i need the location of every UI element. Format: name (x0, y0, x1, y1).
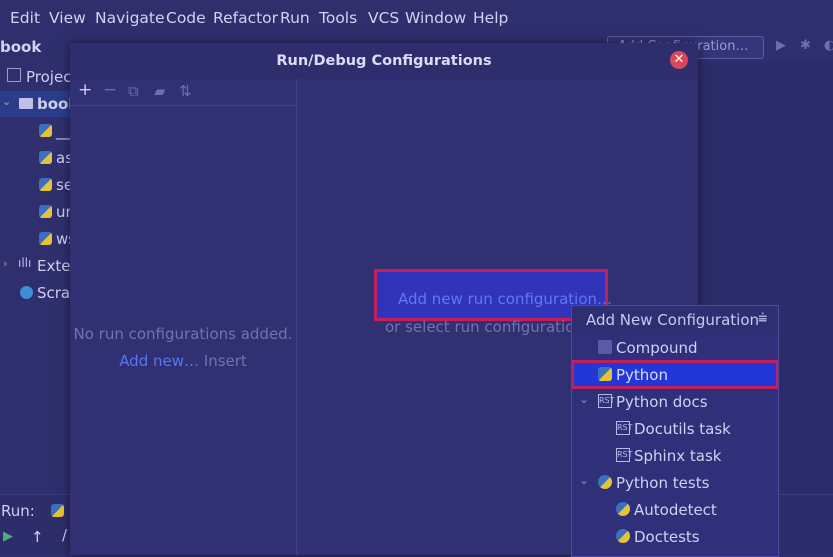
project-icon (7, 68, 21, 82)
config-item-label: Python (616, 366, 668, 384)
tree-root[interactable]: ⌄ book (0, 91, 70, 117)
project-panel: Projec ⌄ book __ as se ur ws › ıllı Exte… (0, 62, 70, 494)
tree-file[interactable]: ws (0, 226, 70, 252)
close-icon: ✕ (673, 52, 685, 67)
configurations-tree-pane: + − ⧉ ▰ ⇅ No run configurations added. A… (70, 79, 297, 555)
remove-icon[interactable]: − (103, 80, 117, 100)
config-item-label: Compound (616, 339, 698, 357)
add-new-link[interactable]: Add new… (119, 352, 199, 370)
chevron-down-icon: ⌄ (2, 95, 12, 108)
menu-help[interactable]: Help (473, 9, 508, 27)
python-file-icon (39, 232, 52, 245)
python-icon (598, 367, 612, 381)
config-item-label: Sphinx task (634, 447, 722, 465)
rerun-icon[interactable]: ▶ (3, 529, 13, 544)
config-item-label: Python docs (616, 393, 708, 411)
python-file-icon (39, 124, 52, 137)
close-button[interactable]: ✕ (670, 51, 688, 69)
menu-tools[interactable]: Tools (319, 9, 357, 27)
rst-icon: RST (616, 421, 633, 435)
python-file-icon (39, 205, 52, 218)
menu-navigate[interactable]: Navigate (95, 9, 165, 27)
tree-file-label: __ (56, 122, 70, 140)
insert-shortcut-hint: Insert (203, 352, 247, 370)
external-libraries-label: Exter (37, 257, 70, 275)
config-item-sphinx-task[interactable]: RST Sphinx task (572, 442, 778, 469)
scratches-icon (20, 286, 33, 299)
add-new-row: Add new… Insert (70, 352, 296, 370)
debug-icon[interactable]: ✱ (800, 38, 811, 53)
config-item-autodetect[interactable]: Autodetect (572, 496, 778, 523)
library-icon: ıllı (18, 256, 32, 270)
python-test-icon (616, 529, 630, 543)
tree-external-libraries[interactable]: › ıllı Exter (0, 253, 70, 279)
dialog-title: Run/Debug Configurations (70, 43, 698, 79)
config-item-doctests[interactable]: Doctests (572, 523, 778, 550)
python-test-icon (598, 475, 612, 489)
copy-icon[interactable]: ⧉ (128, 82, 139, 100)
config-item-python-tests[interactable]: ⌄ Python tests (572, 469, 778, 496)
config-item-docutils-task[interactable]: RST Docutils task (572, 415, 778, 442)
python-test-icon (616, 502, 630, 516)
menu-vcs[interactable]: VCS (368, 9, 399, 27)
python-run-tab-icon[interactable] (51, 504, 64, 517)
coverage-icon[interactable]: ◐ (824, 38, 833, 53)
tree-file[interactable]: ur (0, 199, 70, 225)
collapse-all-icon[interactable]: ⩧ (758, 308, 767, 328)
folder-icon (19, 98, 33, 109)
python-file-icon (39, 151, 52, 164)
chevron-down-icon[interactable]: ⌄ (579, 392, 589, 406)
run-icon[interactable]: ▶ (776, 38, 786, 53)
scratches-label: Scrat (37, 284, 70, 302)
rst-icon: RST (616, 448, 633, 462)
menu-bar: Edit View Navigate Code Refactor Run Too… (0, 0, 833, 36)
menu-edit[interactable]: Edit (10, 9, 40, 27)
add-new-configuration-popup: Add New Configuration ⩧ Compound Python … (571, 305, 779, 557)
tree-file-label: ws (56, 230, 70, 248)
python-file-icon (39, 178, 52, 191)
tree-file-label: ur (56, 203, 70, 221)
menu-code[interactable]: Code (166, 9, 206, 27)
tree-file[interactable]: se (0, 172, 70, 198)
sort-icon[interactable]: ⇅ (179, 82, 192, 100)
rst-icon: RST (598, 394, 615, 408)
tree-file-label: as (56, 149, 70, 167)
config-item-label: Doctests (634, 528, 700, 546)
chevron-right-icon: › (3, 257, 8, 270)
menu-run[interactable]: Run (280, 9, 310, 27)
tree-scratches[interactable]: Scrat (0, 280, 70, 306)
menu-view[interactable]: View (49, 9, 86, 27)
config-item-compound[interactable]: Compound (572, 334, 778, 361)
tree-file-label: se (56, 176, 70, 194)
config-item-python-docs[interactable]: ⌄ RST Python docs (572, 388, 778, 415)
config-item-label: Python tests (616, 474, 710, 492)
tree-file[interactable]: as (0, 145, 70, 171)
compound-icon (598, 340, 612, 354)
no-configurations-text: No run configurations added. (73, 325, 293, 343)
project-tab[interactable]: Projec (0, 64, 70, 90)
folder-add-icon[interactable]: ▰ (154, 82, 166, 100)
tree-file[interactable]: __ (0, 118, 70, 144)
config-item-label: Docutils task (634, 420, 731, 438)
menu-window[interactable]: Window (405, 9, 466, 27)
config-item-python[interactable]: Python (572, 360, 778, 389)
configurations-toolbar: + − ⧉ ▰ ⇅ (70, 79, 296, 106)
popup-header: Add New Configuration ⩧ (572, 306, 778, 334)
config-item-label: Autodetect (634, 501, 717, 519)
add-icon[interactable]: + (78, 80, 92, 100)
menu-refactor[interactable]: Refactor (213, 9, 278, 27)
arrow-up-icon[interactable]: ↑ (31, 528, 44, 546)
run-tool-label: Run: (1, 502, 35, 520)
popup-title: Add New Configuration (586, 311, 760, 329)
project-name: book (0, 38, 42, 56)
run-output-path: / (62, 526, 68, 544)
chevron-down-icon[interactable]: ⌄ (579, 473, 589, 487)
project-tab-label: Projec (26, 68, 70, 86)
tree-root-label: book (37, 95, 70, 113)
